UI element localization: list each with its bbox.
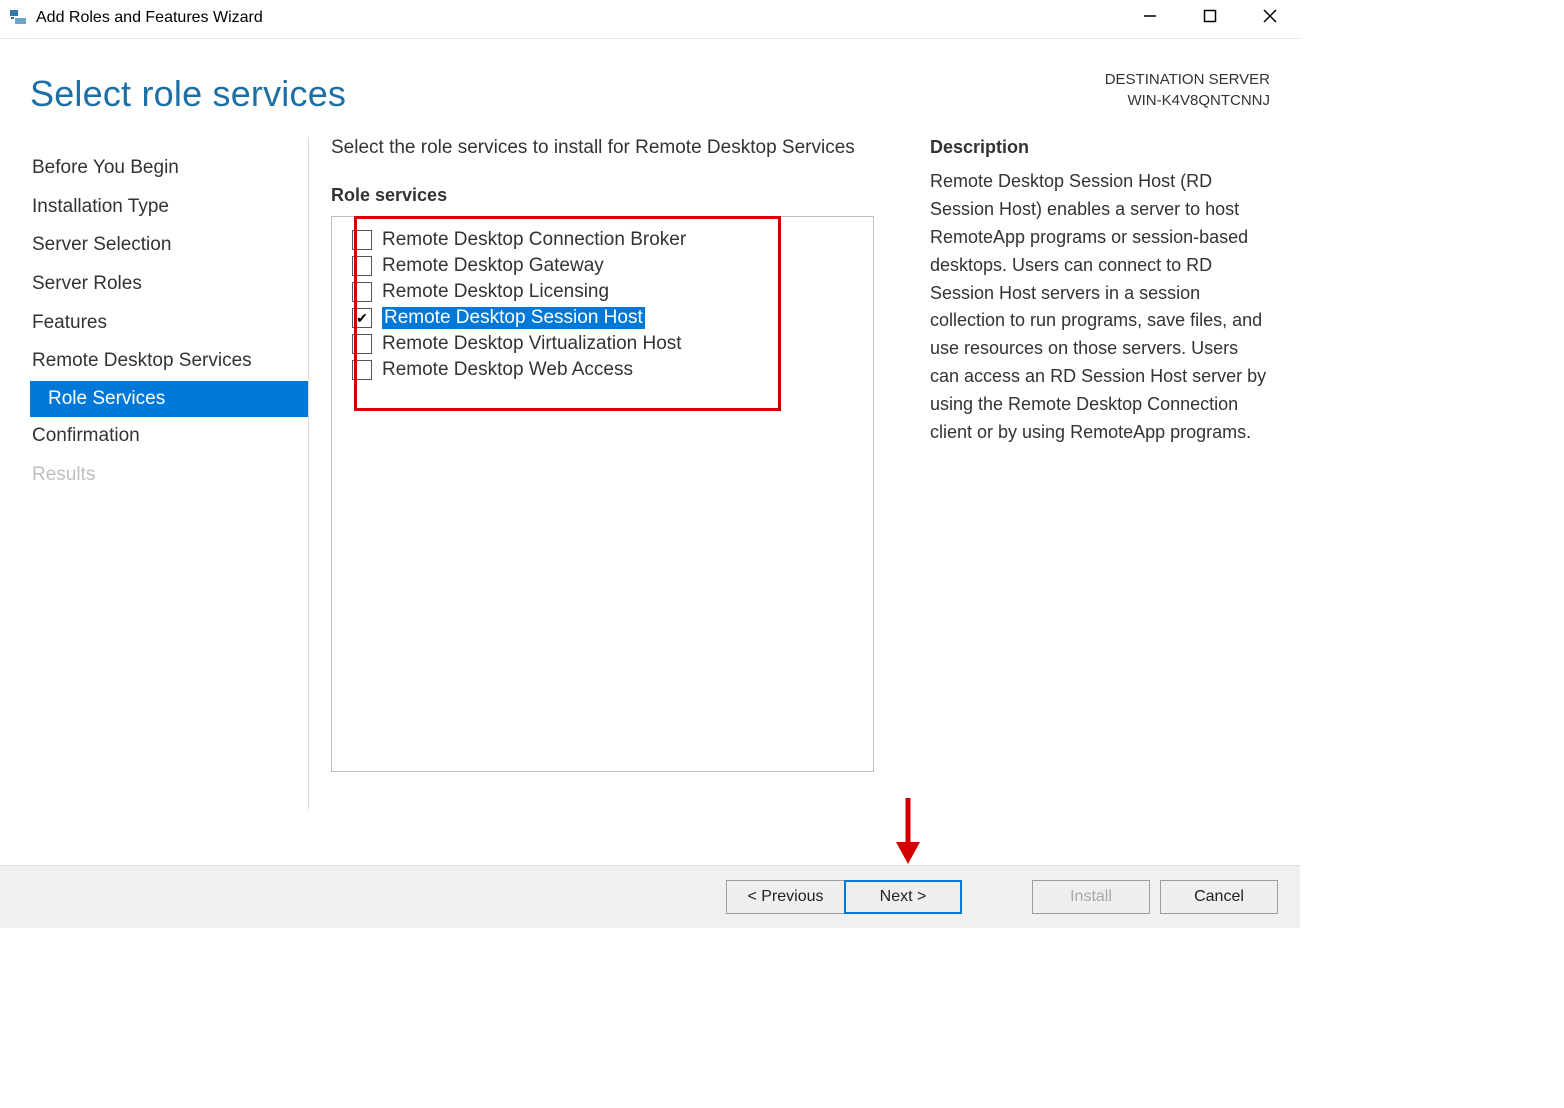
window-title: Add Roles and Features Wizard	[36, 9, 263, 27]
role-label: Remote Desktop Virtualization Host	[382, 333, 682, 355]
role-label: Remote Desktop Gateway	[382, 255, 604, 277]
wizard-steps-sidebar: Before You Begin Installation Type Serve…	[30, 137, 309, 809]
sidebar-item-features[interactable]: Features	[30, 304, 308, 343]
title-bar: Add Roles and Features Wizard	[0, 0, 1300, 36]
page-title: Select role services	[30, 73, 346, 115]
checkbox-icon[interactable]	[352, 334, 372, 354]
main-content: Select the role services to install for …	[309, 137, 1270, 809]
instruction-text: Select the role services to install for …	[331, 137, 894, 159]
role-web-access[interactable]: Remote Desktop Web Access	[352, 357, 853, 383]
checkbox-icon[interactable]	[352, 230, 372, 250]
description-text: Remote Desktop Session Host (RD Session …	[930, 168, 1270, 447]
wizard-window: Add Roles and Features Wizard Select rol…	[0, 0, 1300, 928]
role-services-listbox[interactable]: Remote Desktop Connection Broker Remote …	[331, 216, 874, 772]
role-virtualization-host[interactable]: Remote Desktop Virtualization Host	[352, 331, 853, 357]
role-label: Remote Desktop Licensing	[382, 281, 609, 303]
role-session-host[interactable]: Remote Desktop Session Host	[352, 305, 853, 331]
role-licensing[interactable]: Remote Desktop Licensing	[352, 279, 853, 305]
sidebar-item-installation-type[interactable]: Installation Type	[30, 188, 308, 227]
checkbox-icon[interactable]	[352, 308, 372, 328]
sidebar-item-remote-desktop-services[interactable]: Remote Desktop Services	[30, 342, 308, 381]
nav-button-group: < Previous Next >	[726, 880, 962, 914]
server-manager-icon	[8, 8, 28, 28]
sidebar-item-before-you-begin[interactable]: Before You Begin	[30, 149, 308, 188]
role-services-label: Role services	[331, 185, 894, 206]
sidebar-item-confirmation[interactable]: Confirmation	[30, 417, 308, 456]
destination-server: DESTINATION SERVER WIN-K4V8QNTCNNJ	[1105, 69, 1270, 111]
install-button: Install	[1032, 880, 1150, 914]
window-controls	[1120, 0, 1300, 32]
role-label: Remote Desktop Connection Broker	[382, 229, 686, 251]
sidebar-item-server-roles[interactable]: Server Roles	[30, 265, 308, 304]
sidebar-item-results: Results	[30, 456, 308, 495]
role-label: Remote Desktop Session Host	[382, 307, 645, 329]
previous-button[interactable]: < Previous	[726, 880, 844, 914]
minimize-button[interactable]	[1120, 0, 1180, 32]
role-label: Remote Desktop Web Access	[382, 359, 633, 381]
center-column: Select the role services to install for …	[331, 137, 894, 809]
maximize-button[interactable]	[1180, 0, 1240, 32]
header: Select role services DESTINATION SERVER …	[0, 39, 1300, 115]
footer: < Previous Next > Install Cancel	[0, 865, 1300, 928]
description-heading: Description	[930, 137, 1270, 158]
cancel-button[interactable]: Cancel	[1160, 880, 1278, 914]
checkbox-icon[interactable]	[352, 282, 372, 302]
checkbox-icon[interactable]	[352, 256, 372, 276]
close-button[interactable]	[1240, 0, 1300, 32]
destination-name: WIN-K4V8QNTCNNJ	[1105, 90, 1270, 111]
sidebar-item-server-selection[interactable]: Server Selection	[30, 226, 308, 265]
role-services-panel: Remote Desktop Connection Broker Remote …	[331, 216, 874, 772]
role-connection-broker[interactable]: Remote Desktop Connection Broker	[352, 227, 853, 253]
destination-label: DESTINATION SERVER	[1105, 69, 1270, 90]
next-button[interactable]: Next >	[844, 880, 962, 914]
checkbox-icon[interactable]	[352, 360, 372, 380]
role-gateway[interactable]: Remote Desktop Gateway	[352, 253, 853, 279]
description-column: Description Remote Desktop Session Host …	[894, 137, 1270, 809]
body: Before You Begin Installation Type Serve…	[0, 115, 1300, 809]
sidebar-item-role-services[interactable]: Role Services	[30, 381, 308, 417]
